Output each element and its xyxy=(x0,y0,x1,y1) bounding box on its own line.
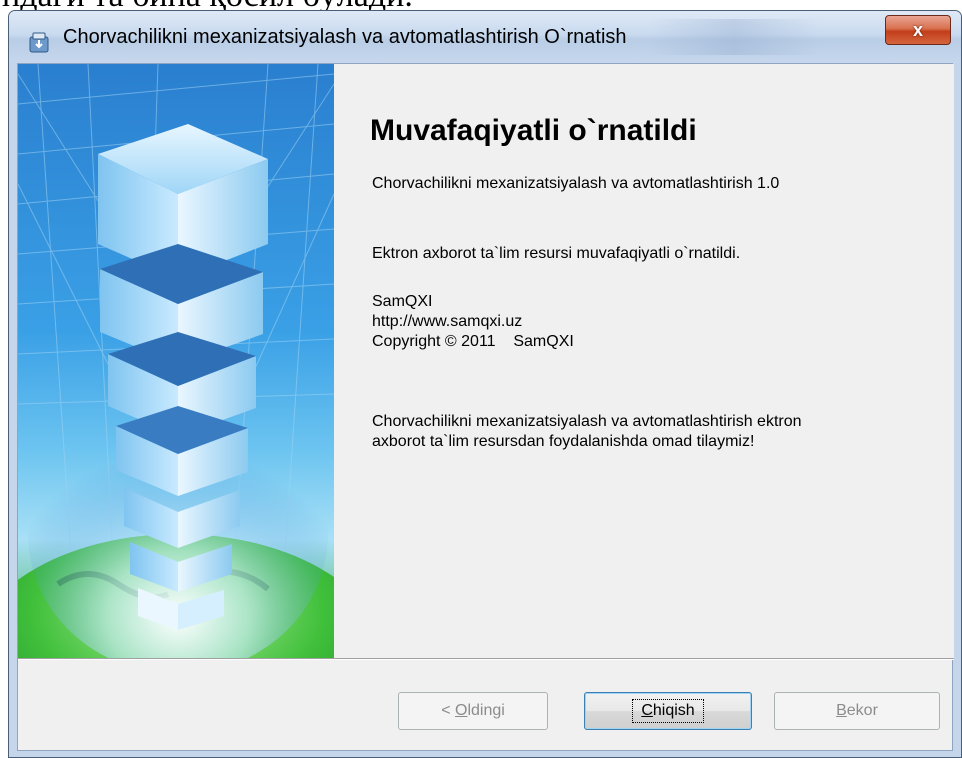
back-button-rest: ldingi xyxy=(467,702,505,719)
cancel-button-rest: ekor xyxy=(846,702,878,719)
back-button-accel: O xyxy=(454,702,468,719)
building-globe-illustration xyxy=(18,64,334,658)
company-name: SamQXI xyxy=(372,293,433,310)
website-text: http://www.samqxi.uz xyxy=(372,313,523,330)
finish-button-accel: C xyxy=(641,702,653,719)
close-icon: x xyxy=(912,19,923,40)
window-title: Chorvachilikni mexanizatsiyalash va avto… xyxy=(63,26,627,48)
footer-divider xyxy=(18,658,954,660)
finish-button[interactable]: Chiqish xyxy=(584,692,752,730)
back-button-prefix: < xyxy=(441,702,455,719)
status-line: Ektron axborot ta`lim resursi muvafaqiya… xyxy=(372,245,741,262)
installer-icon xyxy=(29,32,49,53)
farewell-line-2: axborot ta`lim resursdan foydalanishda o… xyxy=(372,433,755,450)
cancel-button[interactable]: Bekor xyxy=(774,692,940,730)
wizard-client-area: Muvafaqiyatli o`rnatildi Chorvachilikni … xyxy=(17,63,954,751)
back-button[interactable]: < Oldingi xyxy=(398,692,548,730)
farewell-line-1: Chorvachilikni mexanizatsiyalash va avto… xyxy=(372,413,802,430)
finish-button-rest: hiqish xyxy=(652,702,695,719)
finish-button-label: Chiqish xyxy=(632,699,704,723)
product-line: Chorvachilikni mexanizatsiyalash va avto… xyxy=(372,175,780,192)
copyright-text: Copyright © 2011 SamQXI xyxy=(372,333,574,350)
wizard-content: Muvafaqiyatli o`rnatildi Chorvachilikni … xyxy=(334,64,954,658)
cancel-button-accel: B xyxy=(836,702,847,719)
title-bar[interactable]: Chorvachilikni mexanizatsiyalash va avto… xyxy=(9,11,961,63)
installer-window: Chorvachilikni mexanizatsiyalash va avto… xyxy=(8,10,962,758)
page-title: Muvafaqiyatli o`rnatildi xyxy=(370,114,697,147)
close-button[interactable]: x xyxy=(885,15,951,45)
